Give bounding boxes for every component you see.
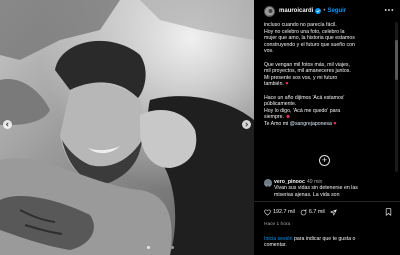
carousel-dot	[110, 246, 114, 249]
chevron-right-icon	[245, 122, 249, 127]
author-avatar[interactable]	[264, 5, 275, 17]
caption-line: Hoy no celebro una foto, celebro la	[264, 28, 345, 35]
caption-text: siempre.	[264, 114, 284, 121]
caption-line: siempre. ☻	[264, 114, 392, 121]
carousel-dot	[116, 246, 120, 249]
comment-text: miserias ajenas. La vida son	[274, 191, 340, 198]
comment-time: 49 min	[306, 179, 323, 185]
caption-line: también. ♥	[264, 81, 392, 88]
caption-line: Que vengan mil fotos más, mil viajes,	[264, 61, 350, 68]
verified-badge-icon	[315, 8, 322, 14]
bookmark-icon[interactable]	[385, 208, 392, 216]
share-button[interactable]	[330, 209, 339, 216]
post-photo[interactable]	[0, 0, 254, 255]
heart-emoji: ♥	[285, 81, 289, 88]
next-photo-button[interactable]	[242, 120, 251, 129]
caption-line: Te Amo mi @sangrejaponesa ♥	[264, 121, 392, 128]
follow-button[interactable]: Seguir	[327, 8, 346, 14]
carousel-dot	[146, 246, 150, 249]
likes-count: 192.7 mil	[273, 209, 295, 215]
post-actions: 192.7 mil 6.7 mil	[264, 207, 396, 217]
carousel-dot	[92, 246, 96, 249]
post-header: mauroicardi • Seguir	[254, 0, 400, 22]
commenter-avatar[interactable]	[264, 179, 272, 187]
caption-line: Mi presente sos vos, y mi futuro	[264, 74, 338, 81]
caption-text: Te Amo mi	[264, 120, 289, 127]
share-icon	[330, 209, 337, 215]
like-button[interactable]: 192.7 mil	[264, 209, 295, 216]
carousel-dot	[152, 246, 156, 249]
carousel-dot	[170, 246, 174, 249]
caption-line: Hace un año dijimos 'Acá estamos'	[264, 94, 345, 101]
caption-line: incluso cuando no parecía fácil.	[264, 22, 337, 28]
carousel-dot	[140, 246, 144, 249]
comments-count: 6.7 mil	[308, 209, 325, 215]
carousel-dot	[134, 246, 138, 249]
carousel-indicator	[0, 246, 254, 249]
comment-icon	[300, 208, 307, 215]
caption-line: mujer que amo, la historia que estamos	[264, 35, 355, 42]
comment-button[interactable]: 6.7 mil	[300, 208, 325, 216]
heart-icon	[264, 209, 271, 216]
previous-photo-button[interactable]	[3, 120, 12, 129]
plus-circle-icon: +	[321, 154, 328, 165]
caption-line: mil proyectos, mil amaneceres juntos.	[264, 68, 351, 75]
face-emoji: ☻	[285, 114, 291, 121]
carousel-dot	[80, 246, 84, 249]
chevron-left-icon	[5, 122, 9, 127]
author-username[interactable]: mauroicardi	[279, 8, 313, 14]
post-details-panel: mauroicardi • Seguir incluso cuando no p…	[254, 0, 400, 255]
carousel-dot	[158, 246, 162, 249]
carousel-dot	[164, 246, 168, 249]
header-separator: •	[323, 8, 326, 14]
scrollbar-thumb[interactable]	[395, 40, 398, 80]
photo-image	[0, 0, 254, 255]
commenter-username[interactable]: vero_pinooc	[274, 179, 305, 185]
carousel-dot	[122, 246, 126, 249]
login-text: comentar.	[264, 242, 287, 249]
caption-line: construyendo y el futuro que sueño con	[264, 41, 355, 48]
caption-line: vos.	[264, 48, 274, 55]
load-more-comments-button[interactable]: +	[319, 155, 330, 166]
caption-scrollbar[interactable]	[395, 22, 398, 172]
login-link[interactable]: Inicia sesión	[264, 236, 293, 242]
divider	[254, 201, 400, 202]
carousel-dot	[104, 246, 108, 249]
heart-emoji: ♥	[333, 120, 337, 127]
login-text: para indicar que te gusta o	[292, 236, 356, 242]
caption-line: públicamente.	[264, 101, 297, 108]
post-date: Hace 1 hora	[264, 222, 291, 227]
caption-line: Hoy lo digo, 'Acá me quedo' para	[264, 107, 341, 114]
carousel-dot	[98, 246, 102, 249]
login-prompt: Inicia sesión para indicar que te gusta …	[264, 236, 394, 249]
mention-link[interactable]: @sangrejaponesa	[290, 121, 332, 127]
post-caption: incluso cuando no parecía fácil. Hoy no …	[264, 22, 392, 128]
more-options-icon[interactable]	[384, 7, 394, 13]
carousel-dot	[86, 246, 90, 249]
caption-text: también.	[264, 81, 284, 88]
carousel-dot	[128, 246, 132, 249]
